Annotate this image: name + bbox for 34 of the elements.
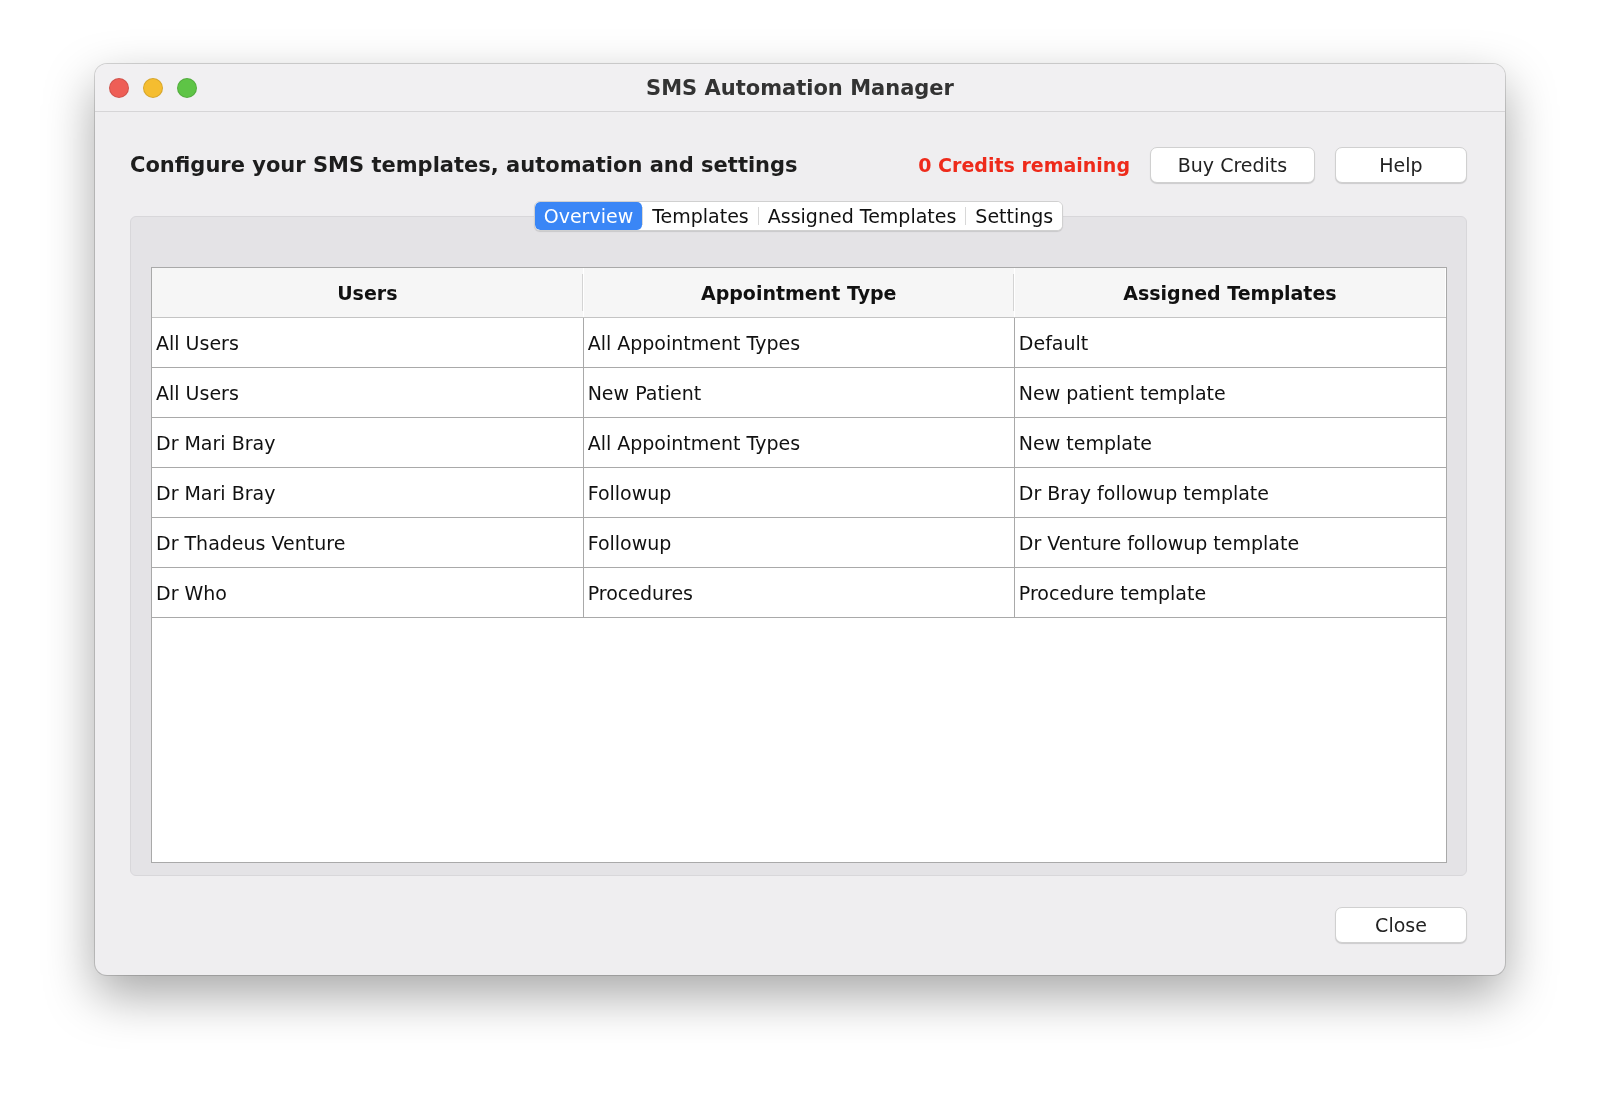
table-cell: Followup [583, 517, 1015, 568]
table-cell: All Appointment Types [583, 417, 1015, 468]
table-cell: Dr Thadeus Venture [152, 517, 584, 568]
table-cell: Procedure template [1014, 567, 1446, 618]
table-cell: All Users [152, 317, 584, 368]
tab[interactable]: Settings [966, 202, 1063, 230]
close-dialog-button[interactable]: Close [1335, 907, 1467, 943]
close-button[interactable] [109, 78, 129, 98]
table-cell: New template [1014, 417, 1446, 468]
heading: Configure your SMS templates, automation and settings [130, 153, 799, 177]
table-cell: Dr Mari Bray [152, 467, 584, 518]
column-header[interactable]: Assigned Templates [1014, 268, 1446, 318]
column-header[interactable]: Users [152, 268, 584, 318]
table-cell: New patient template [1014, 367, 1446, 418]
tab[interactable]: Overview [534, 202, 643, 230]
table-cell: All Users [152, 367, 584, 418]
table-cell: Dr Who [152, 567, 584, 618]
credits-remaining: 0 Credits remaining [918, 154, 1130, 176]
tab[interactable]: Templates [643, 202, 758, 230]
window-title: SMS Automation Manager [646, 75, 954, 100]
table-cell: Dr Venture followup template [1014, 517, 1446, 568]
header-button[interactable]: Help [1335, 147, 1467, 183]
table-cell: All Appointment Types [583, 317, 1015, 368]
table-cell: Default [1014, 317, 1446, 368]
minimize-button[interactable] [143, 78, 163, 98]
tab[interactable]: Assigned Templates [758, 202, 966, 230]
table-cell: Dr Bray followup template [1014, 467, 1446, 518]
column-header[interactable]: Appointment Type [583, 268, 1015, 318]
header-button[interactable]: Buy Credits [1150, 147, 1315, 183]
table-cell: Followup [583, 467, 1015, 518]
table-cell: New Patient [583, 367, 1015, 418]
table-cell: Procedures [583, 567, 1015, 618]
table-cell: Dr Mari Bray [152, 417, 584, 468]
zoom-button[interactable] [177, 78, 197, 98]
